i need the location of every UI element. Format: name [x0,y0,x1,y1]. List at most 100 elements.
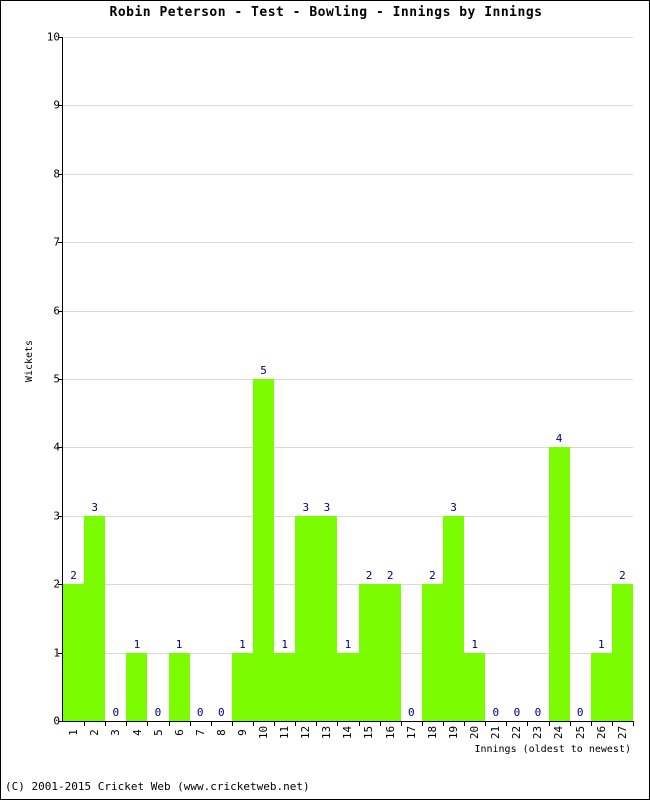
bar-slot[interactable]: 1 [590,37,612,721]
bar-slot[interactable]: 0 [506,37,527,721]
bar-series: 230101001513312202310004012 [63,37,634,726]
footer-copyright: (C) 2001-2015 Cricket Web (www.cricketwe… [5,780,310,793]
bar-slot[interactable]: 0 [147,37,168,721]
bar-slot[interactable]: 1 [464,37,486,721]
x-axis-tick-mark [189,721,191,726]
bar[interactable] [84,515,106,721]
bar[interactable] [421,584,443,721]
bar-slot[interactable]: 5 [253,37,275,721]
bar[interactable] [168,652,190,721]
bar[interactable] [590,652,612,721]
bar-slot[interactable]: 0 [570,37,591,721]
x-axis-tick-label: 15 [358,726,380,739]
x-axis-tick-mark [590,721,592,726]
bar[interactable] [337,652,359,721]
y-axis-title-text: Wickets [24,339,35,383]
bar-slot[interactable]: 2 [63,37,85,721]
x-axis-tick-label: 25 [569,725,591,740]
bar[interactable] [126,652,148,721]
bar-value-label: 0 [112,706,120,719]
x-axis-tick-label: 6 [168,727,190,738]
x-axis-tick-mark [379,721,381,726]
bar[interactable] [231,652,253,721]
bar-slot[interactable]: 1 [274,37,296,721]
x-axis-tick-label-text: 9 [235,729,249,736]
bar[interactable] [379,584,401,721]
bar-slot[interactable]: 1 [168,37,190,721]
y-axis-tick-label: 4 [53,440,60,454]
bar[interactable] [443,515,465,721]
bar[interactable] [274,652,296,721]
bar-value-label: 0 [513,706,521,719]
bar-slot[interactable]: 3 [316,37,338,721]
bar-slot[interactable]: 3 [295,37,317,721]
bar-slot[interactable]: 0 [190,37,211,721]
bar-slot[interactable]: 0 [401,37,422,721]
x-axis-tick-label-text: 4 [130,729,144,736]
chart-page: Robin Peterson - Test - Bowling - Inning… [0,0,650,800]
bar[interactable] [611,584,633,721]
x-axis-tick-label-text: 14 [341,725,355,740]
bar[interactable] [358,584,380,721]
bar-slot[interactable]: 2 [421,37,443,721]
bar-slot[interactable]: 3 [84,37,106,721]
x-axis-tick-mark [210,721,212,726]
bar-slot[interactable]: 1 [231,37,253,721]
x-axis-tick-mark [548,721,550,726]
y-axis-tick-label: 0 [53,714,60,728]
x-axis-tick-label: 18 [421,726,443,739]
bar-slot[interactable]: 1 [126,37,148,721]
bar-value-label: 0 [492,706,500,719]
bar[interactable] [548,447,570,721]
bar-slot[interactable]: 4 [548,37,570,721]
bar-slot[interactable]: 2 [379,37,401,721]
bar-value-label: 1 [133,637,141,651]
x-axis-tick-label-text: 24 [552,725,566,740]
bar-value-label: 2 [386,569,394,583]
x-axis-tick-label: 9 [231,727,253,738]
bar-slot[interactable]: 0 [211,37,232,721]
x-axis-title: Innings (oldest to newest) [474,744,631,755]
y-axis-tick-label: 1 [53,646,60,660]
x-axis-tick-mark [443,721,444,726]
x-axis-tick-label-text: 8 [214,729,228,736]
bar[interactable] [464,652,486,721]
x-axis-tick-label: 11 [274,726,296,739]
bar-value-label: 2 [429,569,436,583]
x-axis-tick-mark [84,721,86,726]
bar-slot[interactable]: 0 [485,37,506,721]
x-axis-tick-label-text: 2 [88,729,102,736]
x-axis-tick-label-text: 25 [573,725,587,740]
bar-slot[interactable]: 1 [337,37,359,721]
bar[interactable] [295,515,317,721]
bar-slot[interactable]: 0 [105,37,126,721]
bar[interactable] [316,515,338,721]
bar-value-label: 1 [239,637,246,651]
x-axis-tick-label: 19 [443,726,465,739]
bar[interactable] [253,379,275,721]
bar-value-label: 2 [70,569,77,583]
x-axis-tick-label: 7 [189,727,211,738]
x-axis-tick-mark [168,721,170,726]
x-axis-tick-mark [464,721,466,726]
x-axis-tick-mark [231,721,233,726]
x-axis-tick-mark [253,721,254,726]
x-axis-tick-label: 13 [316,726,338,739]
bar-slot[interactable]: 2 [611,37,633,721]
bar-value-label: 0 [534,706,542,719]
x-axis-tick-label-text: 5 [151,729,165,736]
x-axis-tick-label: 2 [84,727,106,738]
y-axis-tick-label: 8 [53,167,60,181]
x-axis-tick-label: 27 [611,726,633,739]
bar-slot[interactable]: 2 [358,37,380,721]
plot-area: 0 1 2 3 4 5 6 7 8 9 10 230101001513312202310004012 [47,32,634,727]
bar-slot[interactable]: 3 [443,37,465,721]
x-axis-tick-mark [421,721,423,726]
bar-value-label: 1 [175,637,183,651]
y-axis-tick-label: 6 [53,304,60,318]
bar-slot[interactable]: 0 [527,37,548,721]
bar[interactable] [63,584,85,721]
y-axis-tick-label: 3 [53,509,60,523]
x-axis-tick-label: 22 [506,726,528,739]
bar-value-label: 0 [408,706,415,719]
